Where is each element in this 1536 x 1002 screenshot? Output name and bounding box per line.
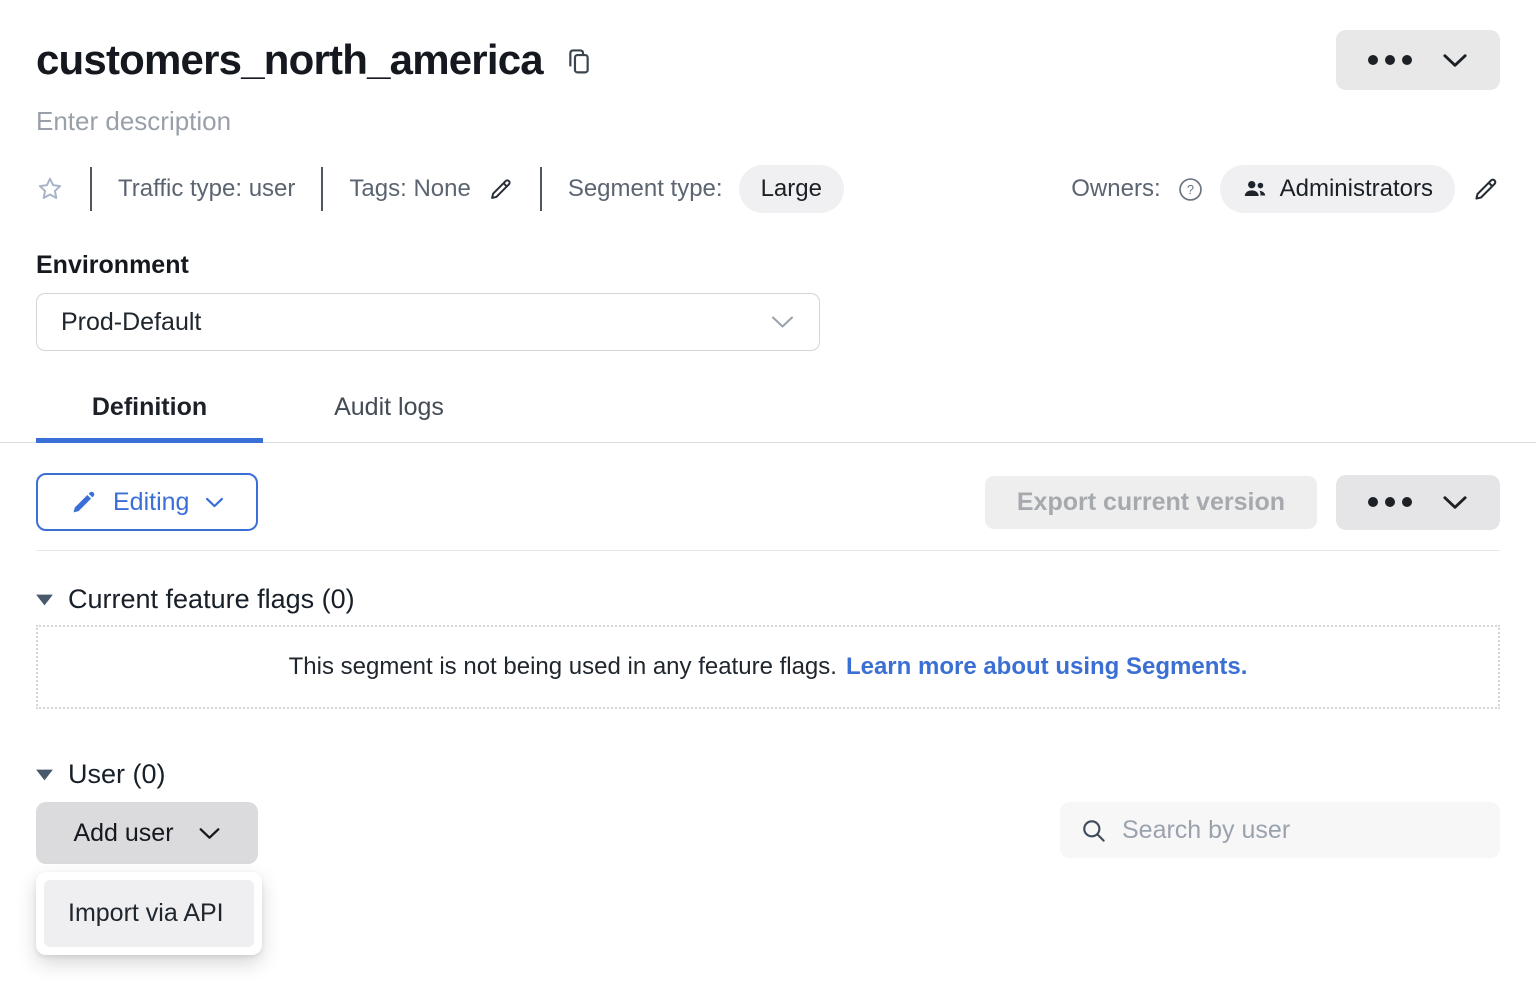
edit-tags-pencil-icon[interactable] xyxy=(487,176,514,203)
editing-mode-button[interactable]: Editing xyxy=(36,473,258,531)
chevron-down-icon xyxy=(198,827,221,840)
segment-type-badge: Large xyxy=(739,165,844,213)
environment-select[interactable]: Prod-Default xyxy=(36,293,820,351)
owners-value: Administrators xyxy=(1280,175,1433,203)
owners-badge: Administrators xyxy=(1220,165,1455,213)
user-heading: User (0) xyxy=(68,759,166,790)
triangle-down-icon xyxy=(36,769,53,781)
ellipsis-icon xyxy=(1368,55,1412,65)
tags-group: Tags: None xyxy=(349,175,513,203)
meta-divider xyxy=(540,167,542,211)
segment-type-label: Segment type: xyxy=(568,175,723,203)
environment-label: Environment xyxy=(36,251,1500,280)
menu-item-import-via-api[interactable]: Import via API xyxy=(44,880,254,947)
tab-bar: Definition Audit logs xyxy=(0,381,1536,443)
title-wrap: customers_north_america xyxy=(36,30,593,90)
section-divider xyxy=(36,550,1500,551)
page-title: customers_north_america xyxy=(36,30,543,90)
ellipsis-icon xyxy=(1368,497,1412,507)
feature-flags-section-header[interactable]: Current feature flags (0) xyxy=(36,584,355,615)
export-current-version-button[interactable]: Export current version xyxy=(985,476,1317,529)
add-user-label: Add user xyxy=(73,819,173,848)
chevron-down-icon xyxy=(1442,53,1468,68)
segment-detail-page: customers_north_america Enter descriptio… xyxy=(0,0,1536,864)
user-search-box xyxy=(1060,802,1500,858)
definition-toolbar: Editing Export current version xyxy=(36,473,1500,531)
meta-divider xyxy=(90,167,92,211)
search-icon xyxy=(1080,817,1107,844)
tags-label: Tags: None xyxy=(349,175,470,203)
add-user-button[interactable]: Add user xyxy=(36,802,258,864)
owners-label: Owners: xyxy=(1071,175,1160,203)
description-placeholder[interactable]: Enter description xyxy=(36,106,231,137)
tab-audit-logs[interactable]: Audit logs xyxy=(263,381,515,442)
learn-more-link[interactable]: Learn more about using Segments. xyxy=(846,653,1247,681)
question-circle-icon[interactable]: ? xyxy=(1177,176,1204,203)
traffic-type-label: Traffic type: user xyxy=(118,175,295,203)
user-section-header[interactable]: User (0) xyxy=(36,759,166,790)
star-icon[interactable] xyxy=(36,175,64,203)
chevron-down-icon xyxy=(1442,495,1468,510)
triangle-down-icon xyxy=(36,594,53,606)
svg-text:?: ? xyxy=(1187,182,1194,197)
header: customers_north_america xyxy=(36,30,1500,90)
meta-divider xyxy=(321,167,323,211)
tab-definition[interactable]: Definition xyxy=(36,381,263,442)
toolbar-right: Export current version xyxy=(985,475,1500,530)
meta-row: Traffic type: user Tags: None Segment ty… xyxy=(36,163,1500,215)
chevron-down-icon xyxy=(205,497,224,508)
pencil-icon xyxy=(70,489,97,516)
add-user-dropdown-menu: Import via API xyxy=(36,872,262,955)
editing-label: Editing xyxy=(113,488,189,517)
empty-state-text: This segment is not being used in any fe… xyxy=(289,653,837,681)
chevron-down-icon xyxy=(770,315,795,329)
feature-flags-empty-state: This segment is not being used in any fe… xyxy=(36,625,1500,709)
header-more-button[interactable] xyxy=(1336,30,1500,90)
user-controls-row: Add user Import via API xyxy=(36,802,1500,864)
toolbar-more-button[interactable] xyxy=(1336,475,1500,530)
edit-owners-pencil-icon[interactable] xyxy=(1471,175,1500,204)
copy-icon[interactable] xyxy=(565,47,593,77)
environment-selected-value: Prod-Default xyxy=(61,308,201,337)
people-icon xyxy=(1242,176,1268,202)
segment-type-group: Segment type: Large xyxy=(568,165,844,213)
feature-flags-heading: Current feature flags (0) xyxy=(68,584,355,615)
owners-group: Owners: ? Administrators xyxy=(1071,165,1500,213)
user-search-input[interactable] xyxy=(1120,815,1480,846)
